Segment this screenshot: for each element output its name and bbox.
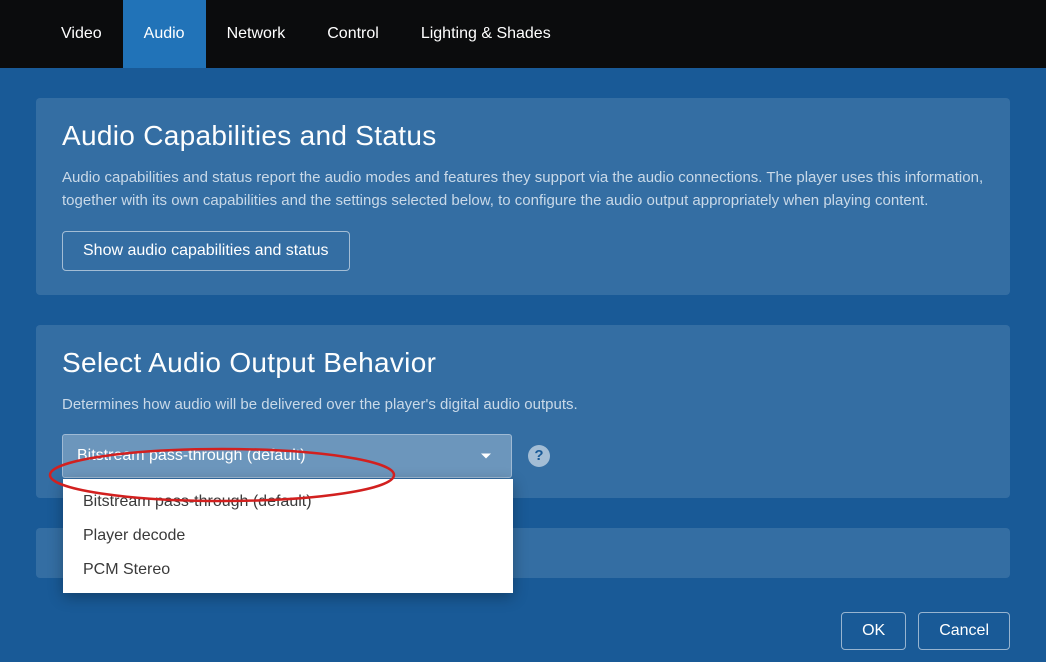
dropdown-option[interactable]: PCM Stereo [63, 553, 513, 587]
output-behavior-dropdown-list: Bitstream pass-through (default) Player … [63, 479, 513, 593]
output-behavior-row: Bitstream pass-through (default) Bitstre… [62, 434, 984, 478]
dropdown-option[interactable]: Bitstream pass-through (default) [63, 485, 513, 519]
audio-capabilities-panel: Audio Capabilities and Status Audio capa… [36, 98, 1010, 295]
audio-output-behavior-panel: Select Audio Output Behavior Determines … [36, 325, 1010, 498]
dialog-footer: OK Cancel [841, 612, 1010, 650]
panel-title: Audio Capabilities and Status [62, 120, 984, 152]
ok-button[interactable]: OK [841, 612, 906, 650]
tab-lighting-shades[interactable]: Lighting & Shades [400, 0, 572, 68]
chevron-down-icon [481, 453, 491, 458]
help-icon[interactable]: ? [528, 445, 550, 467]
dropdown-selected-label: Bitstream pass-through (default) [77, 447, 306, 465]
tab-network[interactable]: Network [206, 0, 307, 68]
panel-title: Select Audio Output Behavior [62, 347, 984, 379]
top-nav: Video Audio Network Control Lighting & S… [0, 0, 1046, 68]
panel-description: Determines how audio will be delivered o… [62, 393, 984, 416]
tab-control[interactable]: Control [306, 0, 400, 68]
dropdown-option[interactable]: Player decode [63, 519, 513, 553]
panel-description: Audio capabilities and status report the… [62, 166, 984, 213]
output-behavior-dropdown[interactable]: Bitstream pass-through (default) Bitstre… [62, 434, 512, 478]
content-area: Audio Capabilities and Status Audio capa… [0, 68, 1046, 578]
tab-audio[interactable]: Audio [123, 0, 206, 68]
cancel-button[interactable]: Cancel [918, 612, 1010, 650]
tab-video[interactable]: Video [40, 0, 123, 68]
show-capabilities-button[interactable]: Show audio capabilities and status [62, 231, 350, 271]
